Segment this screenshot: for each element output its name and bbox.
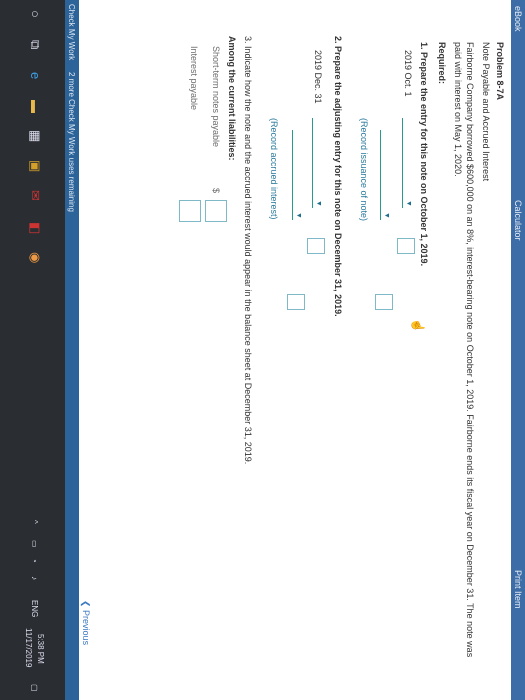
browser-icon[interactable]: ◉ (27, 252, 43, 263)
checks-remaining-text: 2 more Check My Work uses remaining (67, 72, 76, 212)
question-3: 3. Indicate how the note and the accrued… (243, 36, 253, 465)
top-toolbar: eBook Calculator Print Item (511, 0, 525, 700)
interest-payable-label: Interest payable (189, 46, 199, 111)
problem-subtitle: Note Payable and Accrued Interest (481, 42, 491, 182)
cortana-icon[interactable]: ○ (28, 10, 43, 18)
required-heading: Required: (437, 42, 447, 85)
notification-icon[interactable]: ▢ (30, 684, 39, 692)
chevron-up-icon[interactable]: ^ (30, 520, 39, 524)
q2-account-select-1[interactable] (312, 118, 313, 208)
previous-button[interactable]: ❮ Previous (80, 600, 91, 645)
q2-date: 2019 Dec. 31 (313, 50, 323, 104)
volume-icon[interactable]: ♪ (30, 576, 39, 580)
dollar-sign: $ (211, 188, 221, 194)
store-icon[interactable]: ▦ (27, 130, 43, 142)
q2-credit-input[interactable] (287, 294, 305, 310)
short-term-notes-input[interactable] (205, 200, 227, 222)
problem-title: Problem 8-7A (495, 42, 505, 101)
language-indicator[interactable]: ENG (30, 600, 39, 617)
problem-intro-line-2: paid with interest on May 1, 2020. (453, 42, 463, 177)
q1-debit-input[interactable] (397, 238, 415, 254)
file-explorer-icon[interactable]: ▬ (28, 100, 43, 113)
q1-account-select-1[interactable] (402, 118, 403, 208)
app-icon[interactable]: ▣ (27, 160, 43, 172)
calculator-link[interactable]: Calculator (513, 200, 523, 241)
chevron-down-icon[interactable]: ▼ (405, 200, 412, 207)
chevron-down-icon[interactable]: ▼ (295, 212, 302, 219)
check-my-work-button[interactable]: Check My Work (67, 4, 76, 60)
q2-debit-input[interactable] (307, 238, 325, 254)
interest-payable-input[interactable] (179, 200, 201, 222)
task-view-icon[interactable]: ⧉ (27, 40, 43, 49)
battery-icon[interactable]: ▭ (30, 540, 39, 548)
q3-heading: Among the current liabilities: (227, 36, 237, 161)
question-1: 1. Prepare the entry for this note on Oc… (419, 42, 429, 267)
q1-account-select-2[interactable] (380, 130, 381, 220)
q1-date: 2019 Oct. 1 (403, 50, 413, 97)
short-term-notes-label: Short-term notes payable (211, 46, 221, 148)
print-item-link[interactable]: Print Item (513, 570, 523, 609)
problem-intro-line-1: Fairborne Company borrowed $600,000 on a… (465, 42, 475, 658)
q2-account-select-2[interactable] (292, 130, 293, 220)
q1-memo: (Record issuance of note) (359, 118, 369, 222)
chevron-down-icon[interactable]: ▼ (383, 212, 390, 219)
windows-taskbar: ○ ⧉ e ▬ ▦ ▣ ✉ ◧ ◉ ^ ▭ ◔ ♪ ENG 5:38 PM 11… (0, 0, 65, 700)
ebook-link[interactable]: eBook (513, 6, 523, 32)
wifi-icon[interactable]: ◔ (30, 558, 39, 563)
rotated-screen: eBook Calculator Print Item Problem 8-7A… (0, 0, 525, 700)
question-2: 2. Prepare the adjusting entry for this … (333, 36, 343, 317)
edge-icon[interactable]: e (28, 72, 43, 79)
clock-date[interactable]: 11/17/2019 (24, 628, 33, 667)
problem-content: Problem 8-7A Note Payable and Accrued In… (71, 0, 511, 700)
q1-credit-input[interactable] (375, 294, 393, 310)
bottom-status-bar: Check My Work 2 more Check My Work uses … (65, 0, 79, 700)
q2-memo: (Record accrued interest) (269, 118, 279, 220)
chevron-down-icon[interactable]: ▼ (315, 200, 322, 207)
mail-icon[interactable]: ✉ (27, 190, 43, 201)
clock-time[interactable]: 5:38 PM (36, 634, 45, 664)
previous-label: Previous (81, 610, 91, 646)
cursor-icon: ☝ (411, 318, 425, 333)
office-icon[interactable]: ◧ (27, 222, 43, 234)
